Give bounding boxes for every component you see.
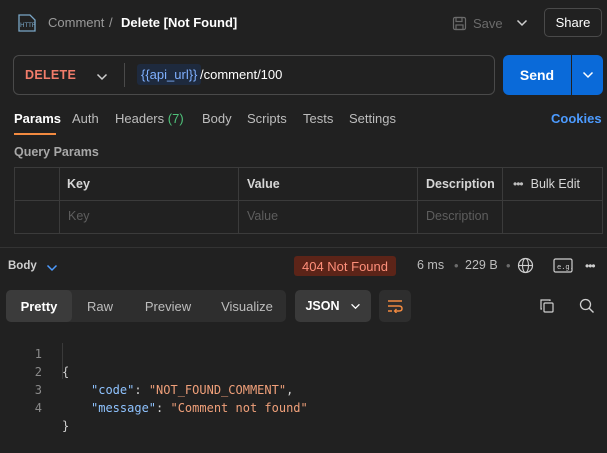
request-title[interactable]: Delete [Not Found] xyxy=(121,15,237,30)
url-divider xyxy=(124,63,125,87)
send-button[interactable]: Send xyxy=(503,55,571,95)
tab-headers-label: Headers xyxy=(115,111,165,126)
key-input[interactable]: Key xyxy=(68,209,90,223)
method-select[interactable]: DELETE xyxy=(25,68,76,82)
json-trail: , xyxy=(286,383,294,397)
more-icon[interactable]: ••• xyxy=(585,259,596,273)
save-options-button[interactable] xyxy=(508,9,536,37)
tab-settings[interactable]: Settings xyxy=(349,111,396,126)
svg-text:e.g.: e.g. xyxy=(557,263,573,271)
table-divider xyxy=(14,200,603,201)
column-header-key: Key xyxy=(67,177,90,191)
tab-body[interactable]: Body xyxy=(202,111,232,126)
breadcrumb-parent[interactable]: Comment xyxy=(48,15,104,30)
search-icon xyxy=(579,298,594,313)
tab-pretty[interactable]: Pretty xyxy=(6,290,72,322)
copy-button[interactable] xyxy=(535,294,559,318)
headers-count: (7) xyxy=(167,111,184,126)
response-body-select[interactable]: Body xyxy=(8,260,37,272)
response-time[interactable]: 6 ms xyxy=(417,258,444,272)
description-input[interactable]: Description xyxy=(426,209,489,223)
active-tab-indicator xyxy=(14,133,56,135)
json-value: "Comment not found" xyxy=(170,401,308,415)
column-divider xyxy=(59,167,60,234)
bulk-edit-label: Bulk Edit xyxy=(530,177,580,191)
response-divider[interactable] xyxy=(0,247,607,248)
http-icon: HTTP xyxy=(16,13,38,33)
code-line: 1 { xyxy=(0,327,69,379)
column-header-value: Value xyxy=(247,177,280,191)
chevron-down-icon[interactable] xyxy=(46,260,58,275)
svg-text:HTTP: HTTP xyxy=(20,22,36,29)
status-badge[interactable]: 404 Not Found xyxy=(294,256,396,276)
tab-scripts[interactable]: Scripts xyxy=(247,111,287,126)
save-button[interactable]: Save xyxy=(452,9,508,37)
separator-dot: • xyxy=(454,258,459,273)
tab-raw[interactable]: Raw xyxy=(74,290,126,322)
save-label: Save xyxy=(473,15,503,31)
chevron-down-icon xyxy=(350,303,360,309)
column-divider xyxy=(417,167,418,234)
json-key: "message" xyxy=(91,401,157,415)
more-icon: ••• xyxy=(513,177,524,191)
wrap-lines-button[interactable] xyxy=(379,290,411,322)
tab-visualize[interactable]: Visualize xyxy=(210,290,284,322)
tab-params[interactable]: Params xyxy=(14,111,61,126)
tab-auth[interactable]: Auth xyxy=(72,111,99,126)
code-text: { xyxy=(62,365,70,379)
cookies-link[interactable]: Cookies xyxy=(551,111,602,126)
code-line: 4 } xyxy=(0,381,69,433)
chevron-down-icon[interactable] xyxy=(96,69,108,84)
copy-icon xyxy=(540,299,554,313)
tab-preview[interactable]: Preview xyxy=(132,290,204,322)
format-select[interactable]: JSON xyxy=(295,290,371,322)
column-divider xyxy=(502,167,503,234)
chevron-down-icon xyxy=(582,71,593,79)
save-example-icon[interactable]: e.g. xyxy=(553,257,574,277)
bulk-edit-button[interactable]: ••• Bulk Edit xyxy=(513,177,580,191)
chevron-down-icon xyxy=(516,19,528,27)
indent-guide xyxy=(62,343,63,379)
tab-tests[interactable]: Tests xyxy=(303,111,333,126)
value-input[interactable]: Value xyxy=(247,209,278,223)
column-divider xyxy=(238,167,239,234)
separator-dot: • xyxy=(506,258,511,273)
tab-headers[interactable]: Headers (7) xyxy=(115,111,184,126)
query-params-title: Query Params xyxy=(14,145,99,159)
wrap-icon xyxy=(388,300,403,313)
search-button[interactable] xyxy=(575,294,599,318)
code-text: "code": "NOT_FOUND_COMMENT", xyxy=(91,383,294,397)
code-line: 2 "code": "NOT_FOUND_COMMENT", xyxy=(0,345,294,397)
breadcrumb-separator: / xyxy=(109,15,113,30)
format-label: JSON xyxy=(305,299,340,313)
response-size[interactable]: 229 B xyxy=(465,258,498,272)
send-options-button[interactable] xyxy=(572,55,603,95)
globe-icon[interactable] xyxy=(517,257,534,277)
url-variable[interactable]: {{api_url}} xyxy=(137,64,202,85)
url-input[interactable]: /comment/100 xyxy=(200,66,282,83)
share-button[interactable]: Share xyxy=(544,8,602,37)
code-line: 3 "message": "Comment not found" xyxy=(0,363,308,415)
save-icon xyxy=(452,16,467,30)
column-header-description: Description xyxy=(426,177,495,191)
json-key: "code" xyxy=(91,383,135,397)
code-text: } xyxy=(62,419,70,433)
json-value: "NOT_FOUND_COMMENT" xyxy=(148,383,287,397)
